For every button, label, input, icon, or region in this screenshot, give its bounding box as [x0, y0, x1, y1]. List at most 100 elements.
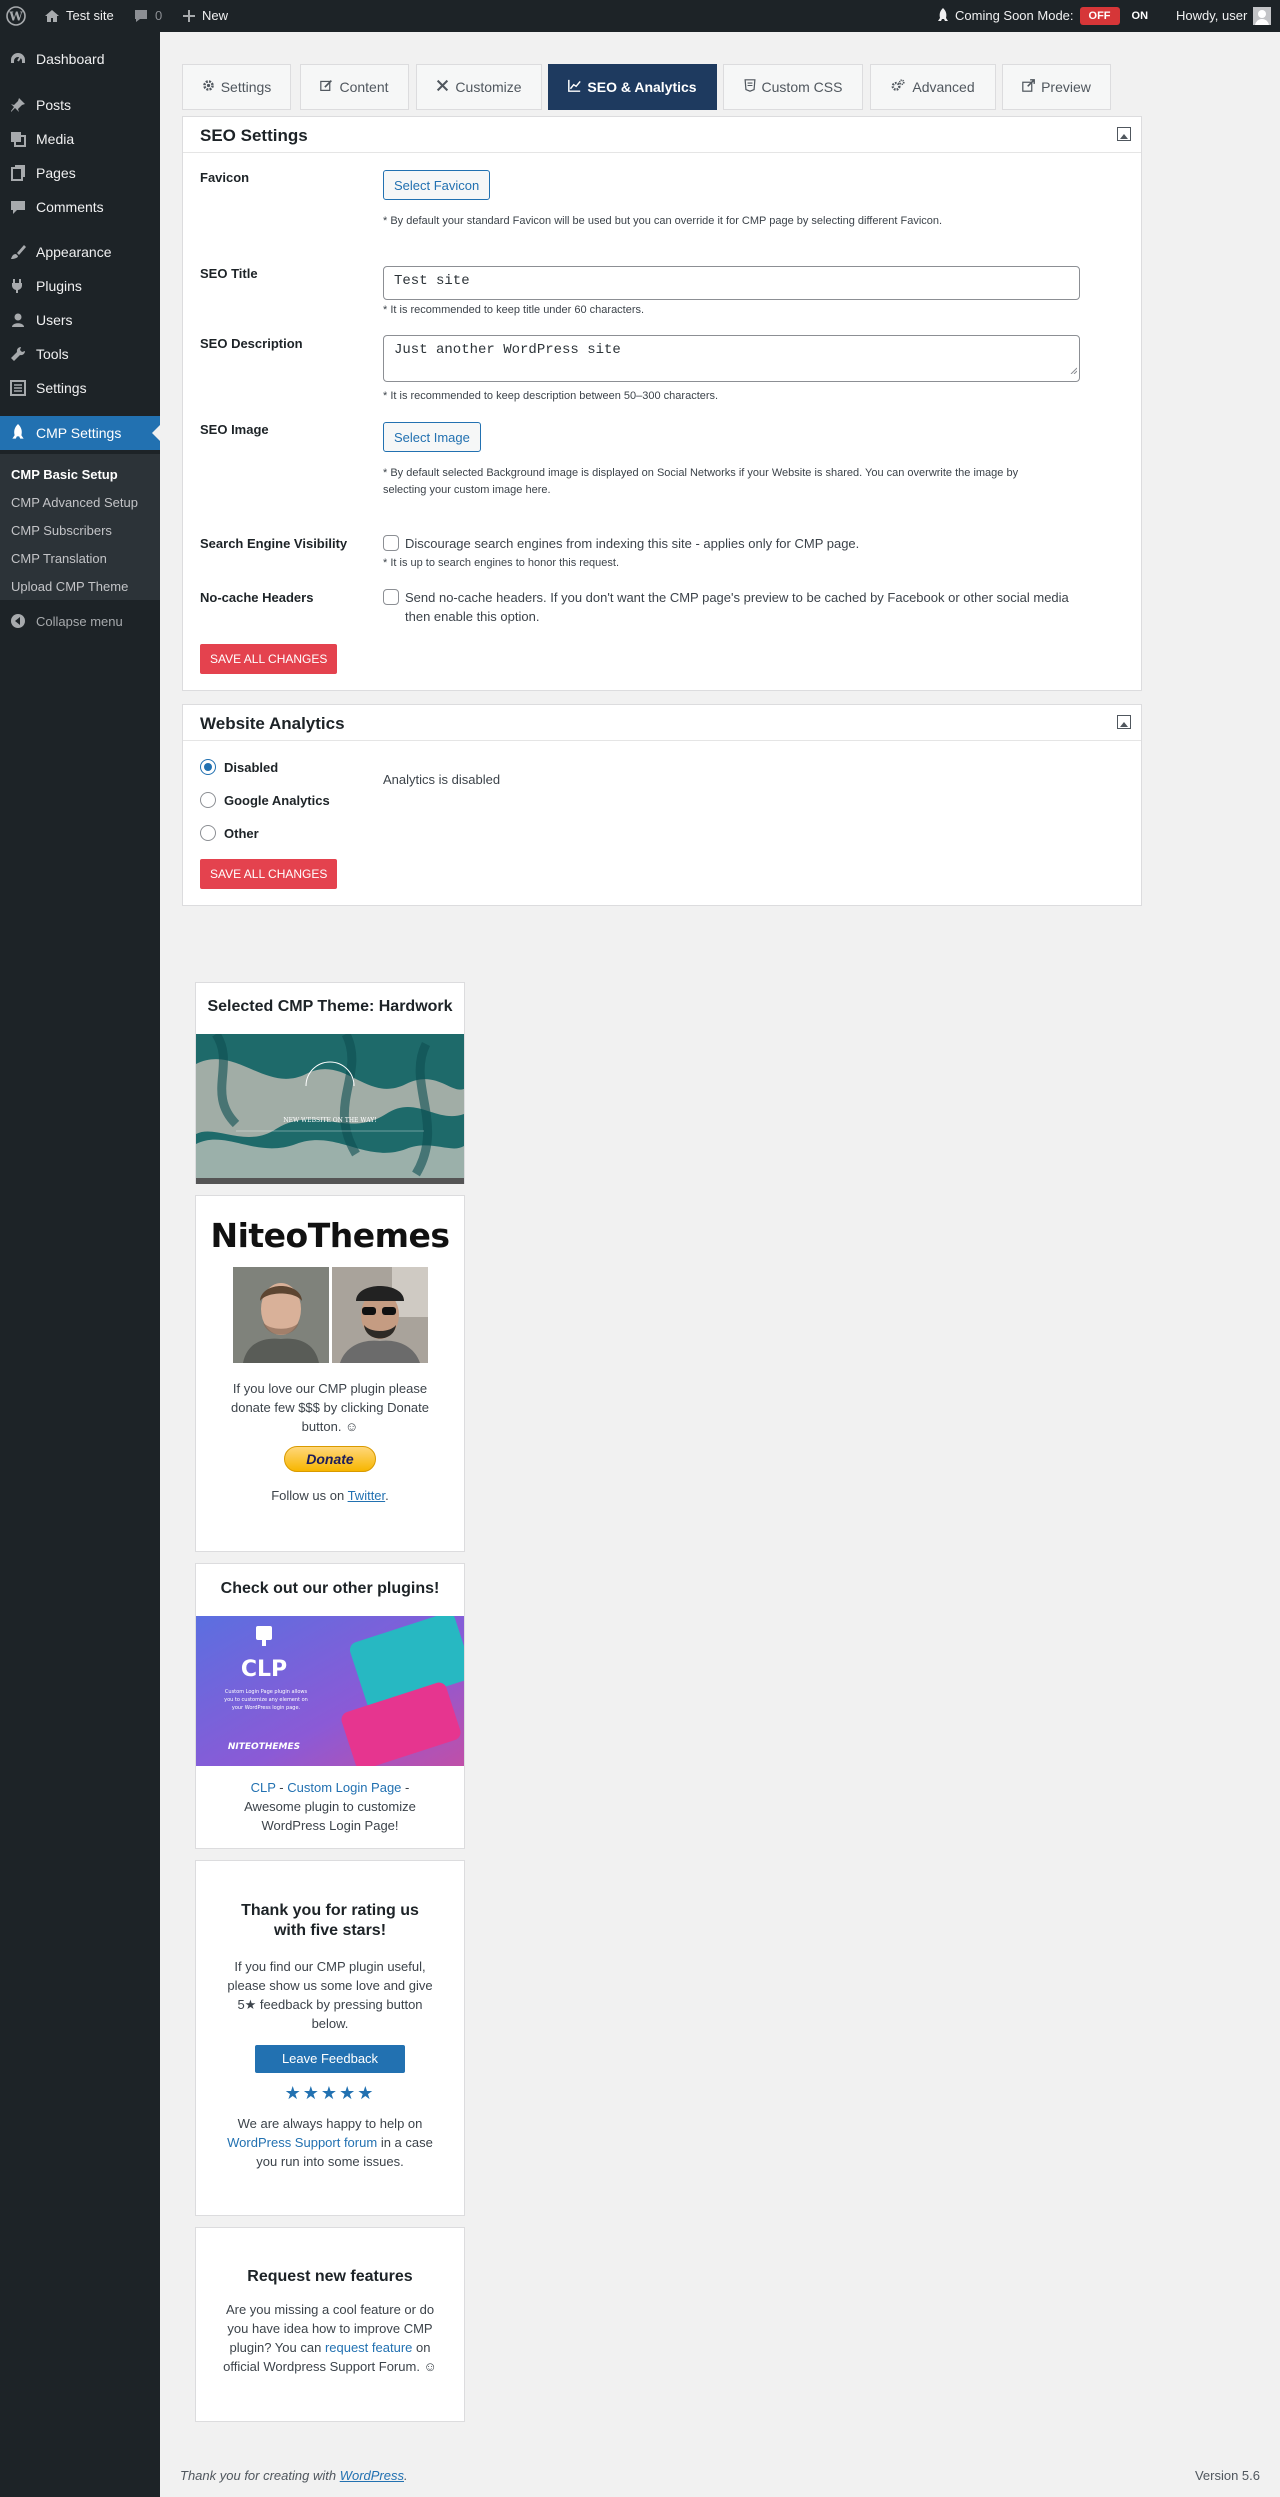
wordpress-logo-icon[interactable]: W — [6, 0, 26, 32]
sidebar-item-tools[interactable]: Tools — [0, 337, 160, 371]
chevron-up-icon — [1120, 715, 1128, 730]
help-text-line: in a case — [380, 2135, 433, 2150]
search-visibility-checkbox[interactable] — [383, 535, 399, 551]
pin-icon — [0, 96, 36, 114]
tools-icon — [436, 79, 449, 95]
other-plugins-widget: Check out our other plugins! CLP Custom … — [195, 1563, 465, 1849]
sidebar-item-label: Plugins — [36, 278, 82, 294]
radio-google-analytics[interactable] — [200, 792, 216, 808]
sidebar-item-pages[interactable]: Pages — [0, 156, 160, 190]
theme-preview-text: NEW WEBSITE ON THE WAY! — [283, 1117, 376, 1124]
sidebar-item-cmp-settings[interactable]: CMP Settings — [0, 416, 160, 450]
clp-banner-image[interactable]: CLP Custom Login Page plugin allows you … — [196, 1616, 464, 1766]
save-all-changes-button[interactable]: SAVE ALL CHANGES — [200, 859, 338, 889]
rating-title: Thank you for rating us with five stars! — [196, 1901, 464, 1941]
custom-login-page-link[interactable]: Custom Login Page — [287, 1780, 401, 1795]
support-forum-link[interactable]: WordPress Support forum — [227, 2135, 377, 2150]
analytics-option-google[interactable]: Google Analytics — [200, 792, 330, 808]
new-content-link[interactable]: New — [182, 0, 228, 32]
seo-title-note: * It is recommended to keep title under … — [383, 304, 645, 316]
wordpress-link[interactable]: WordPress — [340, 2468, 404, 2483]
resize-handle-icon[interactable] — [1069, 363, 1078, 379]
seo-description-label: SEO Description — [200, 336, 303, 351]
sidebar-item-media[interactable]: Media — [0, 122, 160, 156]
sidebar-item-settings[interactable]: Settings — [0, 371, 160, 405]
sidebar-item-label: Dashboard — [36, 51, 105, 67]
comment-icon — [133, 8, 149, 24]
plugins-title: Check out our other plugins! — [220, 1580, 440, 1597]
radio-disabled[interactable] — [200, 759, 216, 775]
tab-custom-css[interactable]: Custom CSS — [723, 64, 863, 110]
radio-other[interactable] — [200, 825, 216, 841]
coming-soon-mode: Coming Soon Mode: OFF ON — [937, 0, 1148, 32]
plug-icon — [0, 277, 36, 295]
select-image-button[interactable]: Select Image — [383, 422, 481, 452]
request-feature-link[interactable]: request feature — [325, 2340, 412, 2355]
sidebar-item-label: Settings — [36, 380, 87, 396]
sidebar-item-appearance[interactable]: Appearance — [0, 235, 160, 269]
mode-off-toggle[interactable]: OFF — [1079, 7, 1120, 25]
help-text-line: We are always happy to help on — [237, 2116, 423, 2131]
save-all-changes-button[interactable]: SAVE ALL CHANGES — [200, 644, 338, 674]
rating-title-line: Thank you for rating us — [241, 1902, 419, 1919]
sidebar-item-posts[interactable]: Posts — [0, 88, 160, 122]
mode-on-toggle[interactable]: ON — [1132, 0, 1149, 32]
collapse-menu-button[interactable]: Collapse menu — [0, 606, 123, 636]
rating-text-line: below. — [311, 2016, 349, 2031]
external-link-icon — [1022, 79, 1036, 95]
tab-preview[interactable]: Preview — [1002, 64, 1111, 110]
request-text-line: plugin? You can — [229, 2340, 322, 2355]
tab-settings[interactable]: Settings — [182, 64, 291, 110]
favicon-note: * By default your standard Favicon will … — [383, 215, 943, 227]
collapse-panel-button[interactable] — [1117, 715, 1131, 729]
leave-feedback-button[interactable]: Leave Feedback — [255, 2045, 405, 2073]
sidebar-item-users[interactable]: Users — [0, 303, 160, 337]
seo-title-input[interactable]: Test site — [383, 266, 1080, 300]
submenu-advanced-setup[interactable]: CMP Advanced Setup — [11, 495, 138, 510]
site-name-link[interactable]: Test site — [44, 0, 114, 32]
search-visibility-option[interactable]: Discourage search engines from indexing … — [383, 534, 859, 553]
sidebar-item-plugins[interactable]: Plugins — [0, 269, 160, 303]
analytics-option-other[interactable]: Other — [200, 825, 259, 841]
svg-text:Custom Login Page plugin allow: Custom Login Page plugin allows — [225, 1689, 308, 1695]
sidebar-item-label: Appearance — [36, 244, 112, 260]
tab-advanced[interactable]: Advanced — [870, 64, 996, 110]
footer-version: Version 5.6 — [1194, 2468, 1260, 2483]
seo-description-textarea[interactable]: Just another WordPress site — [383, 335, 1080, 382]
admin-sidebar: Dashboard Posts Media Pages Comments App… — [0, 32, 160, 2497]
submenu-subscribers[interactable]: CMP Subscribers — [11, 523, 112, 538]
sidebar-item-comments[interactable]: Comments — [0, 190, 160, 224]
select-favicon-button[interactable]: Select Favicon — [383, 170, 491, 200]
website-analytics-panel: Website Analytics Disabled Google Analyt… — [182, 704, 1142, 906]
comments-count: 0 — [155, 8, 163, 23]
nocache-checkbox[interactable] — [383, 589, 399, 605]
nocache-text-line: then enable this option. — [405, 609, 540, 624]
request-text-line: Are you missing a cool feature or do — [225, 2302, 435, 2317]
nocache-option[interactable]: Send no-cache headers. If you don't want… — [383, 588, 1069, 626]
theme-title: Selected CMP Theme: Hardwork — [207, 998, 453, 1015]
user-account-link[interactable]: Howdy, user — [1176, 0, 1272, 32]
comments-link[interactable]: 0 — [133, 0, 162, 32]
tab-label: Customize — [455, 79, 522, 95]
submenu-translation[interactable]: CMP Translation — [11, 551, 107, 566]
theme-preview-image[interactable]: NEW WEBSITE ON THE WAY! — [196, 1034, 464, 1184]
clp-description-line: Awesome plugin to customize — [244, 1799, 416, 1814]
submenu-basic-setup[interactable]: CMP Basic Setup — [11, 467, 118, 482]
donate-button[interactable]: Donate — [284, 1446, 376, 1472]
analytics-option-disabled[interactable]: Disabled — [200, 759, 278, 775]
svg-text:you to customize any element o: you to customize any element on — [224, 1697, 308, 1703]
tab-content[interactable]: Content — [300, 64, 409, 110]
seo-image-note-line: * By default selected Background image i… — [383, 467, 1019, 479]
tab-seo-analytics[interactable]: SEO & Analytics — [548, 64, 717, 110]
clp-link[interactable]: CLP — [251, 1780, 276, 1795]
submenu-upload-theme[interactable]: Upload CMP Theme — [11, 579, 128, 594]
twitter-link[interactable]: Twitter — [348, 1488, 386, 1503]
sidebar-item-dashboard[interactable]: Dashboard — [0, 42, 160, 76]
footer-thanks-text: Thank you for creating with — [180, 2468, 337, 2483]
home-icon — [44, 8, 60, 24]
tab-label: Content — [339, 79, 389, 95]
tab-customize[interactable]: Customize — [416, 64, 542, 110]
collapse-panel-button[interactable] — [1117, 127, 1131, 141]
tab-label: Preview — [1041, 79, 1091, 95]
seo-image-label: SEO Image — [200, 422, 269, 437]
